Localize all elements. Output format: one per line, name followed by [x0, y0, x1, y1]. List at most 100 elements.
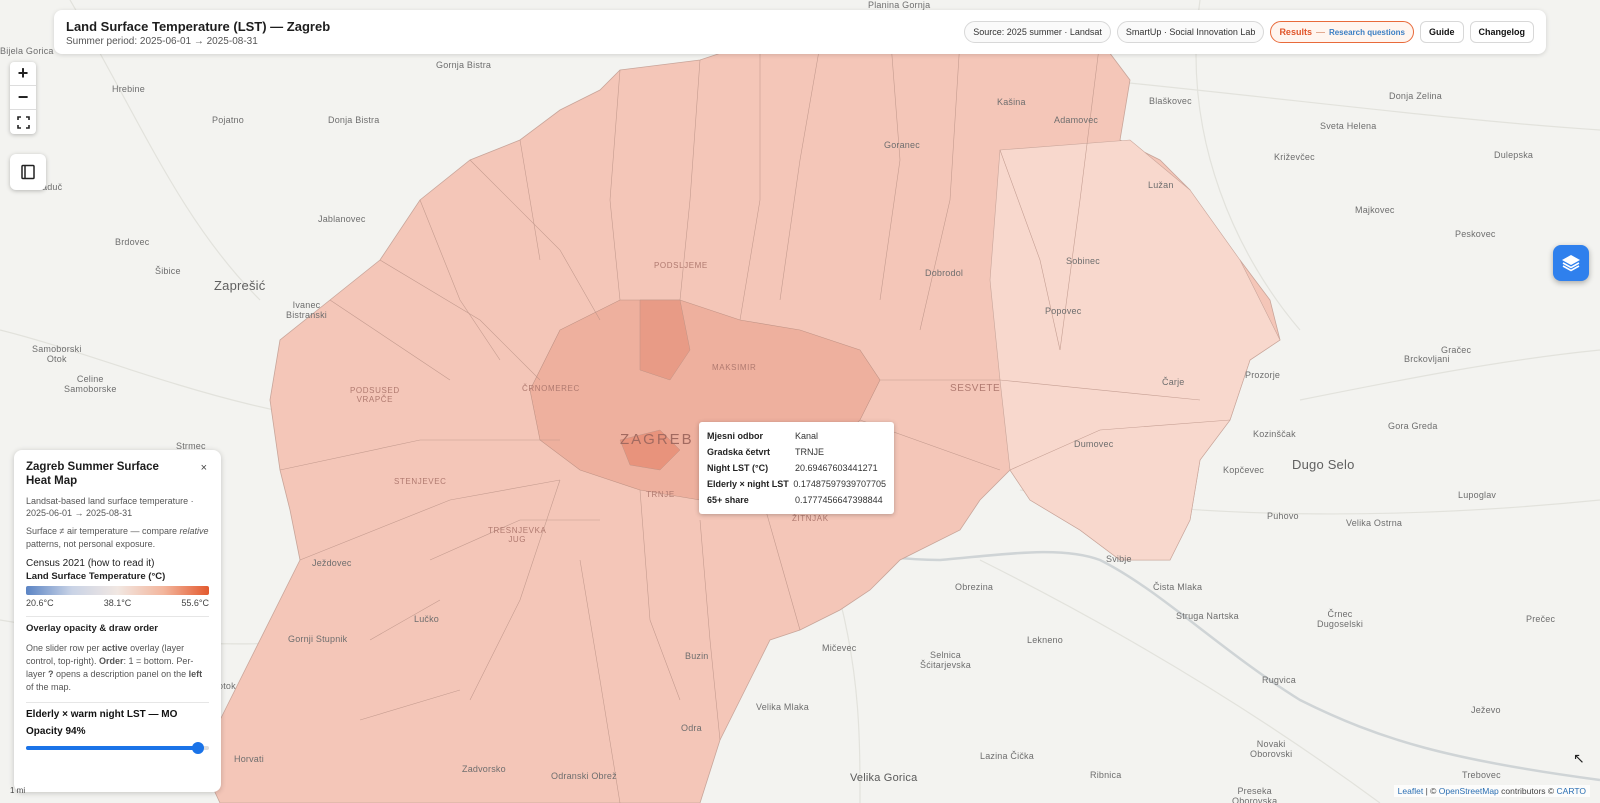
leaflet-link[interactable]: Leaflet	[1398, 786, 1424, 796]
place-label: Čarje	[1162, 377, 1185, 387]
place-label: Dumovec	[1074, 439, 1114, 449]
tooltip-key: 65+ share	[707, 495, 749, 505]
district-label: MAKSIMIR	[712, 363, 757, 372]
guide-button[interactable]: Guide	[1419, 21, 1464, 43]
panel-title: Zagreb Summer Surface Heat Map	[26, 461, 159, 487]
legend-title: Land Surface Temperature (°C)	[26, 571, 166, 582]
layers-icon	[1562, 255, 1580, 272]
help-bold: active	[102, 643, 128, 653]
note-text: patterns, not personal exposure.	[26, 539, 156, 549]
results-button[interactable]: Results — Research questions	[1270, 21, 1414, 43]
tooltip-value: Kanal	[795, 431, 819, 441]
place-label: Sobinec	[1066, 256, 1100, 266]
collapse-arrow-icon[interactable]: ↖	[1573, 750, 1585, 767]
place-label: Sveta Helena	[1320, 121, 1377, 131]
fullscreen-icon	[16, 115, 30, 129]
place-label: Čista Mlaka	[1153, 582, 1203, 592]
place-label: Dobrodol	[925, 268, 964, 278]
help-text: opens a description panel on the	[53, 669, 189, 679]
place-label: Goranec	[884, 140, 920, 150]
place-label: Svibje	[1106, 554, 1132, 564]
place-label: Dulepska	[1494, 150, 1534, 160]
slider-thumb[interactable]	[192, 742, 205, 754]
zoom-out-button[interactable]: −	[10, 86, 36, 110]
tooltip-row: Gradska četvrt TRNJE	[707, 444, 886, 460]
panel-divider	[26, 616, 209, 617]
place-label: Majkovec	[1355, 205, 1395, 215]
close-panel-button[interactable]: ×	[201, 462, 207, 474]
place-label: Peskovec	[1455, 229, 1496, 239]
place-label: Brckovljani	[1404, 354, 1450, 364]
place-label: Gornji Stupnik	[288, 634, 348, 644]
opacity-slider[interactable]	[26, 742, 209, 754]
layer-control-button[interactable]	[1553, 245, 1589, 281]
place-label: Zaprešić	[214, 278, 266, 293]
attribution-text: | ©	[1423, 786, 1439, 796]
district-label: PODSUSED VRAPČE	[350, 386, 400, 404]
tooltip-row: Night LST (°C) 20.69467603441271	[707, 460, 886, 476]
place-label: Zadvorsko	[462, 764, 506, 774]
place-label: Mičevec	[822, 643, 857, 653]
tooltip-key: Mjesni odbor	[707, 431, 763, 441]
place-label: Kozinščak	[1253, 429, 1296, 439]
tooltip-key: Night LST (°C)	[707, 463, 769, 473]
fullscreen-button[interactable]	[10, 110, 36, 134]
panel-divider	[26, 702, 209, 703]
place-label: Hrebine	[112, 84, 145, 94]
slider-fill	[26, 746, 199, 750]
tooltip-value: TRNJE	[795, 447, 824, 457]
place-label: Trebovec	[1462, 770, 1501, 780]
legend-tick-max: 55.6°C	[181, 598, 209, 608]
help-bold: left	[188, 669, 203, 679]
place-label: Črnec Dugoselski	[1317, 609, 1364, 629]
place-label: Prozorje	[1245, 370, 1281, 380]
source-chip[interactable]: Source: 2025 summer · Landsat	[964, 21, 1111, 43]
place-label: Celine Samoborske	[64, 374, 117, 394]
place-label: Lužan	[1148, 180, 1174, 190]
place-label: Blaškovec	[1149, 96, 1192, 106]
results-label: Results	[1279, 27, 1312, 37]
attribution-text: contributors ©	[1498, 786, 1557, 796]
page-title: Land Surface Temperature (LST) — Zagreb	[66, 19, 331, 34]
changelog-button[interactable]: Changelog	[1469, 21, 1534, 43]
help-text: One slider row per	[26, 643, 103, 653]
carto-link[interactable]: CARTO	[1557, 786, 1586, 796]
research-questions-label: Research questions	[1328, 28, 1405, 37]
place-label: Gornja Bistra	[436, 60, 492, 70]
lab-chip[interactable]: SmartUp · Social Innovation Lab	[1116, 21, 1265, 43]
place-label: Kopčevec	[1223, 465, 1265, 475]
place-label: Velika Ostrna	[1346, 518, 1403, 528]
district-label: SESVETE	[950, 383, 1001, 394]
place-label: Lazina Čička	[980, 751, 1034, 761]
place-label: Ježdovec	[312, 558, 352, 568]
place-label: Velika Mlaka	[756, 702, 809, 712]
place-label: Lekneno	[1027, 635, 1063, 645]
description-panel-button[interactable]	[10, 154, 46, 190]
tooltip-row: Mjesni odbor Kanal	[707, 428, 886, 444]
place-label: Ivanec Bistranski	[286, 300, 328, 320]
map-canvas[interactable]: Bijela Gorica Gornja Bistra Hrebine Poja…	[0, 0, 1600, 803]
place-label: Obrezina	[955, 582, 994, 592]
info-panel: Zagreb Summer Surface Heat Map × Landsat…	[14, 450, 221, 792]
place-label: Jablanovec	[318, 214, 366, 224]
zoom-in-button[interactable]: +	[10, 62, 36, 86]
panel-description: Landsat-based land surface temperature ·…	[26, 496, 194, 518]
place-label: Šibice	[155, 266, 181, 276]
place-label: Adamovec	[1054, 115, 1099, 125]
place-label: Gora Greda	[1388, 421, 1438, 431]
legend-tick-mid: 38.1°C	[103, 598, 132, 608]
place-label: Bijela Gorica	[0, 46, 54, 56]
place-label: Novaki Oborovski	[1250, 739, 1293, 759]
header-bar: Land Surface Temperature (LST) — Zagreb …	[54, 10, 1546, 54]
place-label: Puhovo	[1267, 511, 1299, 521]
zoom-control: + −	[10, 62, 36, 134]
header-chips: Source: 2025 summer · Landsat SmartUp · …	[964, 21, 1534, 43]
book-icon	[21, 164, 35, 180]
census-link[interactable]: Census 2021 (how to read it)	[26, 558, 209, 569]
tooltip-row: Elderly × night LST 0.17487597939707705	[707, 476, 886, 492]
place-label: Ježevo	[1471, 705, 1501, 715]
legend-color-bar	[26, 586, 209, 595]
place-label: Ribnica	[1090, 770, 1122, 780]
osm-link[interactable]: OpenStreetMap	[1439, 786, 1499, 796]
place-label: Donja Bistra	[328, 115, 380, 125]
